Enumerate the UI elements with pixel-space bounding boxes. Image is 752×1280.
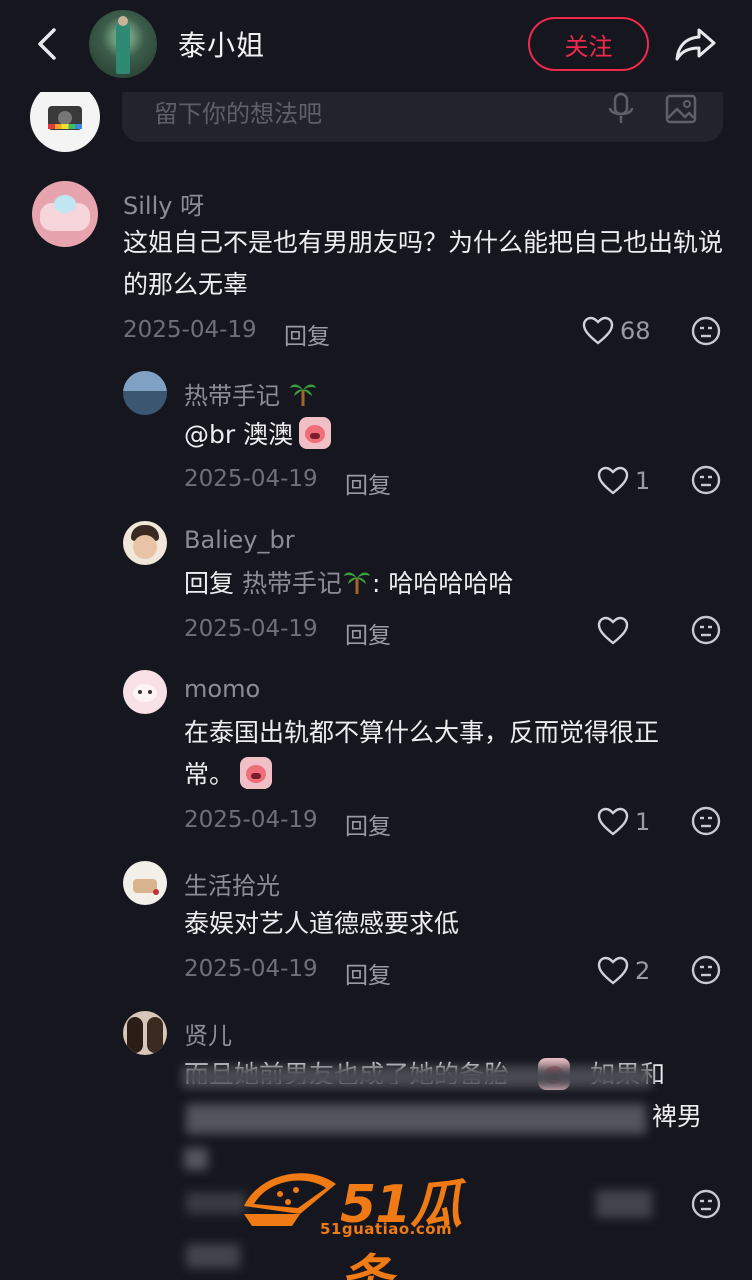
author-name[interactable]: 泰小姐 bbox=[178, 24, 265, 64]
username-text: 热带手记 bbox=[184, 382, 280, 410]
like-count: 2 bbox=[635, 957, 651, 985]
comment-text: 在泰国出轨都不算什么大事，反而觉得很正常。 bbox=[184, 712, 704, 796]
comment-text-content: : 哈哈哈哈哈 bbox=[371, 569, 514, 598]
like-button[interactable]: 1 bbox=[597, 805, 650, 839]
follow-button[interactable]: 关注 bbox=[528, 17, 649, 71]
crying-emoji-icon bbox=[240, 757, 273, 789]
watermark-url: 51guatiao.com bbox=[320, 1220, 453, 1238]
image-icon[interactable] bbox=[664, 92, 698, 126]
comment-text-content: @br 澳澳 bbox=[184, 420, 294, 449]
dislike-icon[interactable] bbox=[690, 805, 722, 837]
reply-prefix: 回复 bbox=[184, 569, 235, 598]
username[interactable]: Baliey_br bbox=[184, 526, 295, 554]
dislike-icon[interactable] bbox=[690, 954, 722, 986]
user-avatar[interactable] bbox=[32, 181, 98, 247]
comment-text: @br 澳澳 bbox=[184, 414, 332, 456]
author-avatar[interactable] bbox=[89, 10, 157, 78]
like-button[interactable]: 2 bbox=[597, 954, 650, 988]
like-button[interactable]: 1 bbox=[597, 464, 650, 498]
rainbow-stripe bbox=[48, 124, 82, 129]
like-count: 1 bbox=[635, 808, 651, 836]
heart-icon bbox=[582, 316, 614, 345]
blurred-content bbox=[186, 1244, 240, 1268]
avatar-figure bbox=[116, 22, 130, 74]
reply-button[interactable]: 回复 bbox=[345, 956, 391, 990]
watermark-logo: 51瓜条 51guatiao.com bbox=[240, 1162, 510, 1280]
like-button[interactable] bbox=[597, 614, 635, 648]
dislike-icon[interactable] bbox=[690, 464, 722, 496]
user-avatar[interactable] bbox=[123, 371, 167, 415]
comment-date: 2025-04-19 bbox=[184, 616, 318, 642]
like-count: 1 bbox=[635, 467, 651, 495]
blurred-content bbox=[184, 1148, 208, 1170]
user-avatar[interactable] bbox=[123, 1011, 167, 1055]
dislike-icon[interactable] bbox=[690, 315, 722, 347]
input-placeholder: 留下你的想法吧 bbox=[154, 100, 322, 128]
comment-date: 2025-04-19 bbox=[184, 466, 318, 492]
reply-button[interactable]: 回复 bbox=[284, 317, 330, 351]
reply-button[interactable]: 回复 bbox=[345, 807, 391, 841]
mentioned-user[interactable]: 热带手记 bbox=[242, 569, 342, 598]
reply-button[interactable]: 回复 bbox=[345, 466, 391, 500]
palm-tree-icon bbox=[343, 572, 370, 594]
crying-emoji-icon bbox=[299, 417, 332, 449]
like-button[interactable]: 68 bbox=[582, 314, 651, 348]
dislike-icon[interactable] bbox=[690, 1188, 722, 1220]
back-arrow-icon[interactable] bbox=[28, 22, 68, 66]
comment-text-line2-end: 裨男 bbox=[652, 1102, 703, 1131]
user-avatar[interactable] bbox=[123, 670, 167, 714]
comment-date: 2025-04-19 bbox=[184, 807, 318, 833]
comment-date: 2025-04-19 bbox=[123, 317, 257, 343]
like-count: 68 bbox=[620, 317, 651, 345]
comment-date: 2025-04-19 bbox=[184, 956, 318, 982]
share-icon[interactable] bbox=[672, 22, 720, 66]
avatar-head bbox=[118, 16, 128, 26]
blurred-content bbox=[186, 1192, 246, 1214]
heart-icon bbox=[597, 616, 629, 645]
comment-text: 这姐自己不是也有男朋友吗？为什么能把自己也出轨说的那么无辜 bbox=[123, 228, 724, 299]
microphone-icon[interactable] bbox=[606, 92, 636, 126]
heart-icon bbox=[597, 466, 629, 495]
blurred-content bbox=[596, 1190, 652, 1218]
comment-text: 回复 热带手记 : 哈哈哈哈哈 bbox=[184, 563, 513, 605]
username[interactable]: 贤儿 bbox=[184, 1016, 232, 1051]
username[interactable]: 热带手记 bbox=[184, 376, 318, 411]
username[interactable]: momo bbox=[184, 675, 260, 703]
user-avatar[interactable] bbox=[123, 861, 167, 905]
heart-icon bbox=[597, 807, 629, 836]
username[interactable]: 生活拾光 bbox=[184, 866, 280, 901]
user-avatar[interactable] bbox=[123, 521, 167, 565]
comment-text: 泰娱对艺人道德感要求低 bbox=[184, 909, 460, 938]
blurred-content bbox=[182, 1066, 652, 1088]
palm-tree-icon bbox=[289, 384, 316, 406]
blurred-content bbox=[186, 1104, 646, 1134]
dislike-icon[interactable] bbox=[690, 614, 722, 646]
username[interactable]: Silly 呀 bbox=[123, 186, 204, 221]
my-avatar bbox=[30, 82, 100, 152]
reply-button[interactable]: 回复 bbox=[345, 616, 391, 650]
heart-icon bbox=[597, 956, 629, 985]
top-bar: 泰小姐 关注 bbox=[0, 0, 752, 92]
